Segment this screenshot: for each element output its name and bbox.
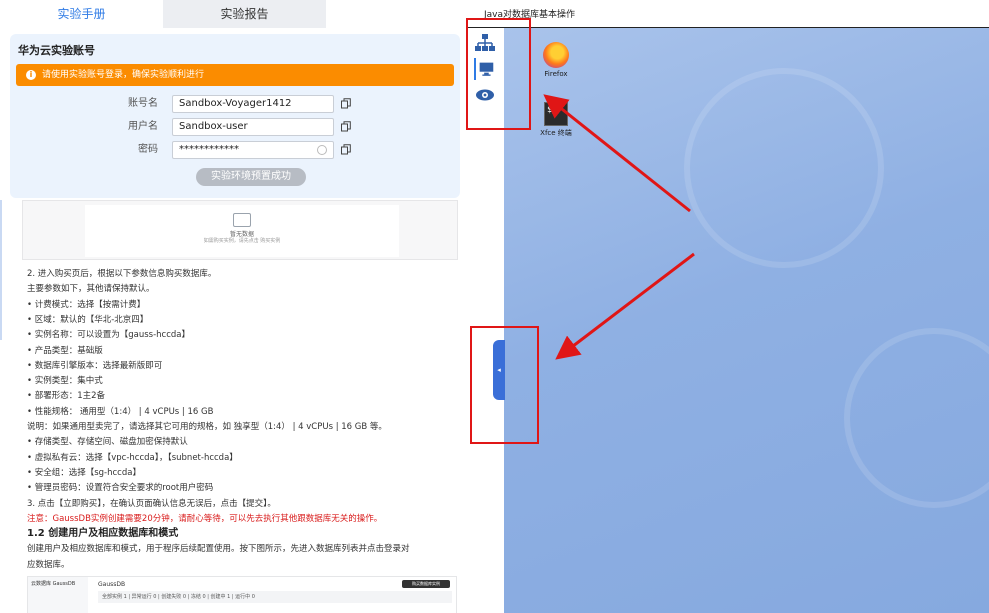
app-root: 实验手册 实验报告 华为云实验账号 i 请使用实验账号登录，确保实验顺利进行 账… — [0, 0, 989, 613]
annotation-arrows — [543, 94, 695, 360]
arrow-to-handle — [555, 252, 695, 360]
arrow-to-toolstrip — [543, 94, 691, 213]
